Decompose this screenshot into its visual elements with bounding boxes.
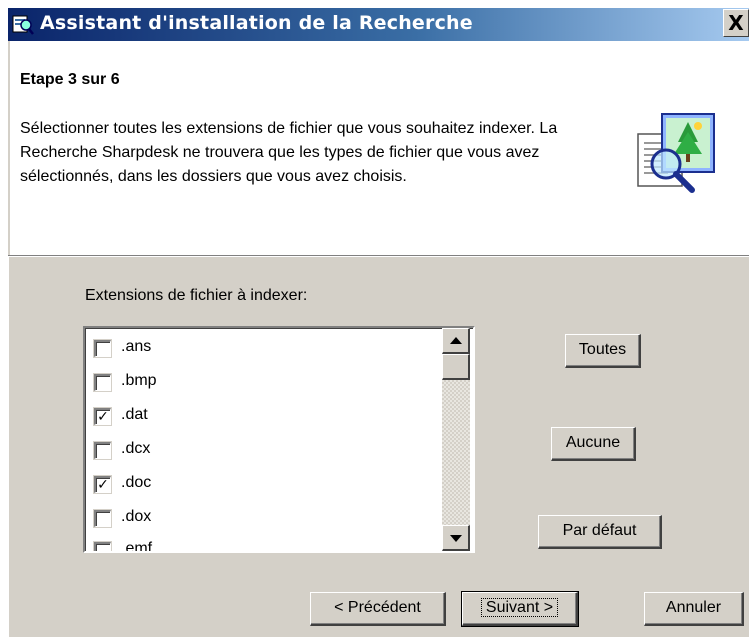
next-button[interactable]: Suivant > — [461, 591, 579, 627]
checkbox[interactable] — [94, 442, 111, 459]
checkbox[interactable] — [94, 542, 111, 551]
checkbox[interactable]: ✓ — [94, 408, 111, 425]
checkbox[interactable] — [94, 374, 111, 391]
next-button-label: Suivant > — [480, 598, 559, 617]
checkbox[interactable]: ✓ — [94, 476, 111, 493]
arrow-up-icon — [450, 337, 462, 344]
extension-label: .bmp — [121, 372, 157, 389]
extensions-label: Extensions de fichier à indexer: — [85, 287, 308, 304]
step-indicator: Etape 3 sur 6 — [20, 71, 120, 88]
scroll-thumb[interactable] — [442, 354, 470, 380]
default-button[interactable]: Par défaut — [538, 515, 662, 549]
search-wizard-icon — [12, 15, 34, 35]
list-scrollbar[interactable] — [442, 328, 470, 551]
arrow-down-icon — [450, 535, 462, 542]
scroll-down-button[interactable] — [442, 525, 470, 551]
select-none-button[interactable]: Aucune — [551, 427, 636, 461]
window-title: Assistant d'installation de la Recherche — [40, 12, 473, 34]
checkbox[interactable] — [94, 340, 111, 357]
select-all-button[interactable]: Toutes — [565, 334, 641, 368]
indexing-document-icon — [637, 113, 715, 193]
checkbox[interactable] — [94, 510, 111, 527]
extensions-list[interactable]: .ans .bmp ✓ .dat .dcx ✓ .doc .dox .emf — [83, 326, 475, 553]
cancel-button[interactable]: Annuler — [644, 592, 744, 626]
extension-label: .dat — [121, 406, 148, 423]
close-button[interactable]: X — [723, 9, 749, 37]
extension-label: .emf — [121, 540, 153, 553]
close-icon: X — [728, 11, 744, 35]
step-description: Sélectionner toutes les extensions de fi… — [20, 120, 558, 185]
scroll-up-button[interactable] — [442, 328, 470, 354]
setup-wizard-window: Assistant d'installation de la Recherche… — [0, 0, 749, 637]
title-bar[interactable]: Assistant d'installation de la Recherche — [8, 8, 749, 41]
extension-label: .dcx — [121, 440, 151, 457]
extension-label: .ans — [121, 338, 152, 355]
back-button[interactable]: < Précédent — [310, 592, 446, 626]
extension-label: .doc — [121, 474, 152, 491]
extension-label: .dox — [121, 508, 152, 525]
